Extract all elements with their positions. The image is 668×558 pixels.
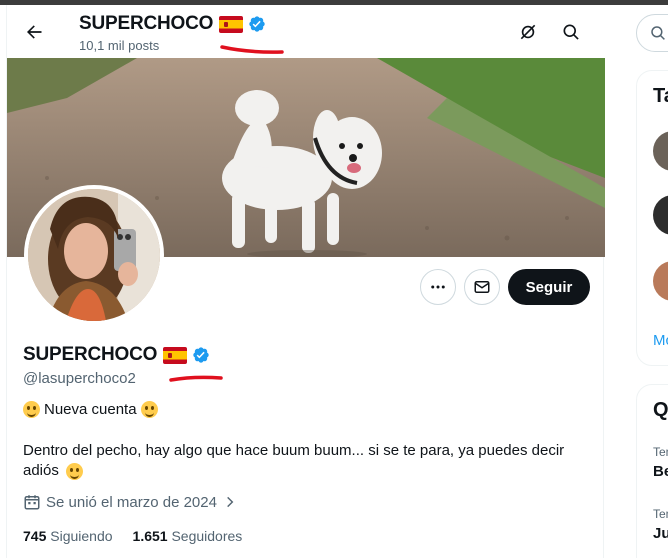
message-button[interactable]: [464, 269, 500, 305]
more-icon: [431, 285, 445, 289]
following-label: Siguiendo: [50, 528, 113, 544]
smile-emoji-icon: [66, 462, 84, 480]
sidebar-card-title: Q: [653, 399, 668, 421]
follow-button[interactable]: Seguir: [508, 269, 590, 305]
followers-label: Seguidores: [171, 528, 243, 544]
profile-name: SUPERCHOCO: [23, 344, 158, 365]
profile-handle: @lasuperchoco2: [23, 370, 136, 387]
trend-context: Ten: [653, 507, 668, 521]
following-link[interactable]: 745 Siguiendo: [23, 528, 113, 544]
suggestion-avatar[interactable]: [653, 131, 668, 171]
tagline-text: Nueva cuenta: [44, 401, 137, 418]
sidebar-card-follow-suggestions: Ta Mc: [636, 70, 668, 366]
profile-column: SUPERCHOCO 10,1 mil posts Seguir SUPERCH…: [6, 5, 605, 558]
header-search-button[interactable]: [558, 19, 584, 45]
profile-avatar[interactable]: [24, 185, 164, 325]
sidebar-card-trends: Q Ten Be Ten Ju: [636, 384, 668, 558]
chevron-right-icon: [227, 496, 234, 508]
bio-text: Dentro del pecho, hay algo que hace buum…: [23, 442, 565, 479]
profile-bio: Dentro del pecho, hay algo que hace buum…: [23, 441, 593, 481]
spain-flag-icon: [163, 346, 188, 364]
spain-flag-icon: [219, 15, 244, 33]
search-icon: [563, 24, 579, 40]
join-date-text: Se unió el marzo de 2024: [46, 493, 217, 511]
spaces-icon: [520, 24, 536, 40]
follow-stats: 745 Siguiendo 1.651 Seguidores: [23, 528, 242, 544]
spaces-button[interactable]: [515, 19, 541, 45]
smile-emoji-icon: [23, 401, 40, 418]
smile-emoji-icon: [140, 401, 158, 418]
profile-header: SUPERCHOCO 10,1 mil posts: [7, 5, 605, 58]
sidebar-search-input[interactable]: [636, 14, 668, 52]
verified-icon[interactable]: [192, 346, 210, 364]
back-arrow-icon: [27, 25, 42, 39]
suggestion-avatar[interactable]: [653, 261, 668, 301]
red-underline-annotation: [169, 375, 223, 382]
show-more-link[interactable]: Mc: [653, 332, 668, 349]
sidebar-card-title: Ta: [653, 85, 668, 107]
profile-name-row: SUPERCHOCO: [23, 344, 210, 366]
mail-icon: [474, 281, 490, 293]
suggestion-avatar[interactable]: [653, 195, 668, 235]
calendar-icon: [24, 495, 40, 510]
trend-context: Ten: [653, 445, 668, 459]
trend-name[interactable]: Ju: [653, 525, 668, 542]
header-name: SUPERCHOCO: [79, 13, 214, 34]
join-date[interactable]: Se unió el marzo de 2024: [23, 493, 237, 511]
profile-tagline: Nueva cuenta: [23, 401, 158, 418]
red-underline-annotation: [220, 45, 284, 54]
followers-count: 1.651: [132, 528, 168, 544]
avatar-photo: [28, 189, 160, 321]
more-button[interactable]: [420, 269, 456, 305]
verified-icon: [248, 15, 266, 33]
header-title: SUPERCHOCO: [79, 13, 266, 35]
following-count: 745: [23, 528, 47, 544]
post-count: 10,1 mil posts: [79, 38, 160, 53]
search-icon: [651, 26, 665, 40]
trend-name[interactable]: Be: [653, 463, 668, 480]
followers-link[interactable]: 1.651 Seguidores: [133, 528, 243, 544]
back-button[interactable]: [19, 17, 49, 47]
